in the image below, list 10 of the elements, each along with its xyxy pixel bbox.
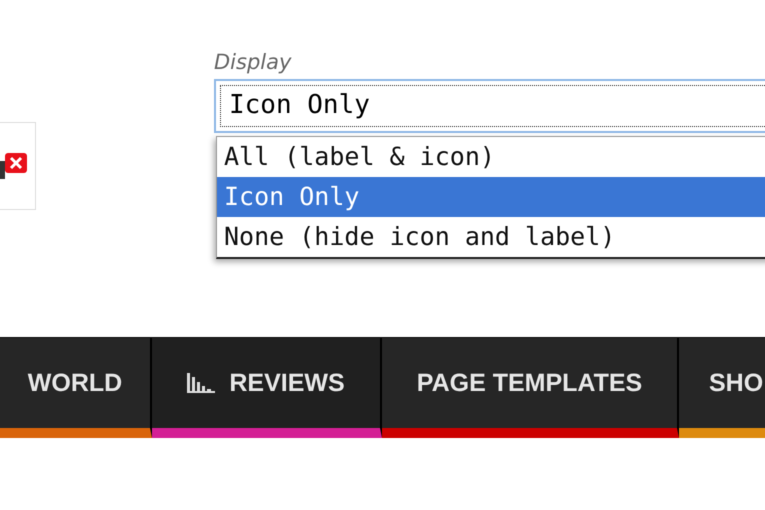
nav-tab[interactable]: SHO <box>679 338 765 438</box>
nav-tab[interactable]: REVIEWS <box>152 338 382 438</box>
display-select[interactable]: Icon Only <box>214 79 765 133</box>
nav-tab[interactable]: PAGE TEMPLATES <box>382 338 679 438</box>
nav-tab[interactable]: WORLD <box>0 338 152 438</box>
dropdown-option[interactable]: None (hide icon and label) <box>217 217 765 257</box>
field-label: Display <box>214 50 292 74</box>
dropdown-option[interactable]: All (label & icon) <box>217 137 765 177</box>
bar-chart-icon <box>187 373 216 393</box>
dropdown-option[interactable]: Icon Only <box>217 177 765 217</box>
